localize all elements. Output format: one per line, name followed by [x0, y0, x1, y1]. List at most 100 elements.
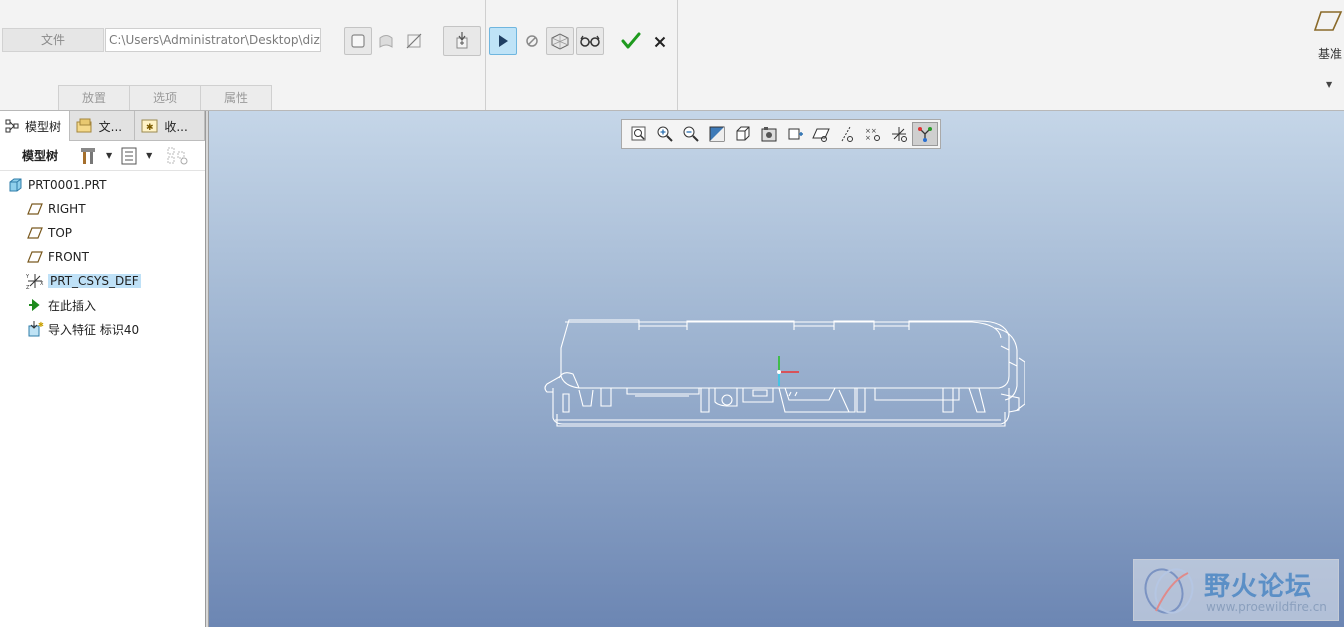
- tree-item-label: 在此插入: [48, 298, 97, 313]
- display-style-button[interactable]: [782, 122, 808, 146]
- zoom-in-icon: [657, 126, 673, 142]
- spin-center-icon: [918, 127, 932, 142]
- watermark-url: www.proewildfire.cn: [1206, 600, 1327, 614]
- chevron-down-icon[interactable]: ▼: [106, 151, 112, 160]
- tree-item-insert-here[interactable]: 在此插入: [0, 293, 205, 317]
- csys-display-icon: [892, 127, 907, 142]
- favorites-icon: ✱: [141, 119, 158, 133]
- datum-plane-icon[interactable]: [1313, 8, 1343, 34]
- remove-material-button[interactable]: [400, 27, 428, 55]
- model-tree: PRT0001.PRT RIGHT TOP FRONT Y X Z PRT_CSYS…: [0, 171, 205, 341]
- close-icon: [654, 36, 666, 48]
- import-options-button[interactable]: [443, 26, 481, 56]
- tab-model-tree[interactable]: 模型树: [0, 111, 70, 141]
- file-path-field[interactable]: C:\Users\Administrator\Desktop\diz: [105, 28, 321, 52]
- zoom-in-button[interactable]: [652, 122, 678, 146]
- display-style-icon: [788, 128, 803, 140]
- datum-plane-icon: [26, 249, 44, 265]
- refit-button[interactable]: [626, 122, 652, 146]
- zoom-out-icon: [683, 126, 699, 142]
- saved-orientations-icon: [736, 126, 750, 141]
- tab-favorites[interactable]: ✱ 收...: [135, 111, 205, 141]
- toolbar-label: 模型树: [22, 149, 59, 163]
- file-label[interactable]: 文件: [2, 28, 104, 52]
- surface-button[interactable]: [372, 27, 400, 55]
- coordinate-system-icon: Y X Z: [26, 273, 44, 290]
- ok-button[interactable]: [617, 27, 645, 55]
- tree-item-part[interactable]: PRT0001.PRT: [0, 173, 205, 197]
- tree-item-front[interactable]: FRONT: [0, 245, 205, 269]
- glasses-icon: [580, 35, 600, 47]
- datum-plane-icon: [26, 225, 44, 241]
- tree-item-label: PRT0001.PRT: [28, 178, 107, 192]
- spin-center-button[interactable]: [912, 122, 938, 146]
- tab-label: 收...: [164, 119, 188, 134]
- csys-display-button[interactable]: [886, 122, 912, 146]
- tree-item-import-feature[interactable]: ✱ 导入特征 标识40: [0, 317, 205, 341]
- part-wireframe[interactable]: [539, 316, 1025, 436]
- resume-play-button[interactable]: [489, 27, 517, 55]
- repaint-icon: [709, 126, 725, 142]
- tree-item-label: RIGHT: [48, 202, 86, 216]
- chevron-down-icon[interactable]: ▼: [1326, 80, 1332, 89]
- datum-axis-display-icon: [841, 126, 853, 142]
- tree-item-right[interactable]: RIGHT: [0, 197, 205, 221]
- view-toolbar: ×× ×: [621, 119, 941, 149]
- pause-button[interactable]: [518, 27, 546, 55]
- zoom-out-button[interactable]: [678, 122, 704, 146]
- model-tree-toolbar: 模型树 ▼ ▼: [0, 141, 205, 171]
- tree-item-csys[interactable]: Y X Z PRT_CSYS_DEF: [0, 269, 205, 293]
- view-manager-button[interactable]: [756, 122, 782, 146]
- watermark-title: 野火论坛: [1204, 572, 1313, 602]
- verify-mode-button[interactable]: [576, 27, 604, 55]
- cancel-button[interactable]: [646, 28, 674, 56]
- tree-item-top[interactable]: TOP: [0, 221, 205, 245]
- datum-label[interactable]: 基准: [1318, 45, 1342, 62]
- preview-mesh-icon: [551, 33, 569, 50]
- tree-item-label: TOP: [48, 226, 73, 240]
- model-tree-panel: 模型树 文... ✱ 收... 模型树 ▼ ▼ PRT0001.PRT RIGH…: [0, 111, 206, 627]
- tree-item-label: FRONT: [48, 250, 89, 264]
- refit-icon: [631, 126, 646, 141]
- tab-placement[interactable]: 放置: [58, 85, 130, 110]
- datum-plane-display-button[interactable]: [808, 122, 834, 146]
- tab-label: 文...: [98, 119, 123, 134]
- svg-text:Z: Z: [26, 285, 30, 290]
- separator: [485, 0, 486, 110]
- import-feature-icon: ✱: [26, 321, 44, 337]
- forum-watermark: 野火论坛 www.proewildfire.cn: [1133, 559, 1339, 621]
- graphics-window[interactable]: ×× × 野火论坛 www.proewildfire.cn: [209, 111, 1344, 627]
- tab-folder-browser[interactable]: 文...: [70, 111, 136, 141]
- svg-text:Y: Y: [26, 274, 30, 280]
- remove-material-icon: [406, 33, 422, 49]
- datum-axis-display-button[interactable]: [834, 122, 860, 146]
- svg-text:✱: ✱: [38, 321, 44, 329]
- import-options-icon: [456, 32, 468, 49]
- datum-point-display-icon: ×××: [865, 127, 880, 142]
- tab-label: 模型树: [25, 119, 62, 134]
- solid-icon: [351, 34, 365, 48]
- datum-plane-display-icon: [812, 128, 830, 142]
- solid-button[interactable]: [344, 27, 372, 55]
- play-icon: [499, 35, 508, 47]
- part-icon: [6, 177, 24, 193]
- separator: [677, 0, 678, 110]
- chevron-down-icon[interactable]: ▼: [146, 151, 152, 160]
- folder-icon: [76, 118, 92, 133]
- dashboard-subtabs: 放置 选项 属性: [58, 85, 272, 110]
- tree-filter-icon[interactable]: [166, 146, 190, 166]
- preview-geometry-button[interactable]: [546, 27, 574, 55]
- tree-item-label: 导入特征 标识40: [48, 322, 140, 337]
- datum-plane-icon: [26, 201, 44, 217]
- surface-icon: [379, 35, 393, 48]
- datum-point-display-button[interactable]: ×× ×: [860, 122, 886, 146]
- saved-orientations-button[interactable]: [730, 122, 756, 146]
- settings-tools-icon[interactable]: [78, 146, 98, 166]
- show-list-icon[interactable]: [120, 146, 138, 166]
- svg-text:×: ×: [865, 134, 871, 142]
- repaint-button[interactable]: [704, 122, 730, 146]
- tab-properties[interactable]: 属性: [200, 85, 272, 110]
- tab-options[interactable]: 选项: [129, 85, 201, 110]
- tree-item-label: PRT_CSYS_DEF: [48, 274, 141, 288]
- dashboard-ribbon: 文件 C:\Users\Administrator\Desktop\diz 放置…: [0, 0, 1344, 111]
